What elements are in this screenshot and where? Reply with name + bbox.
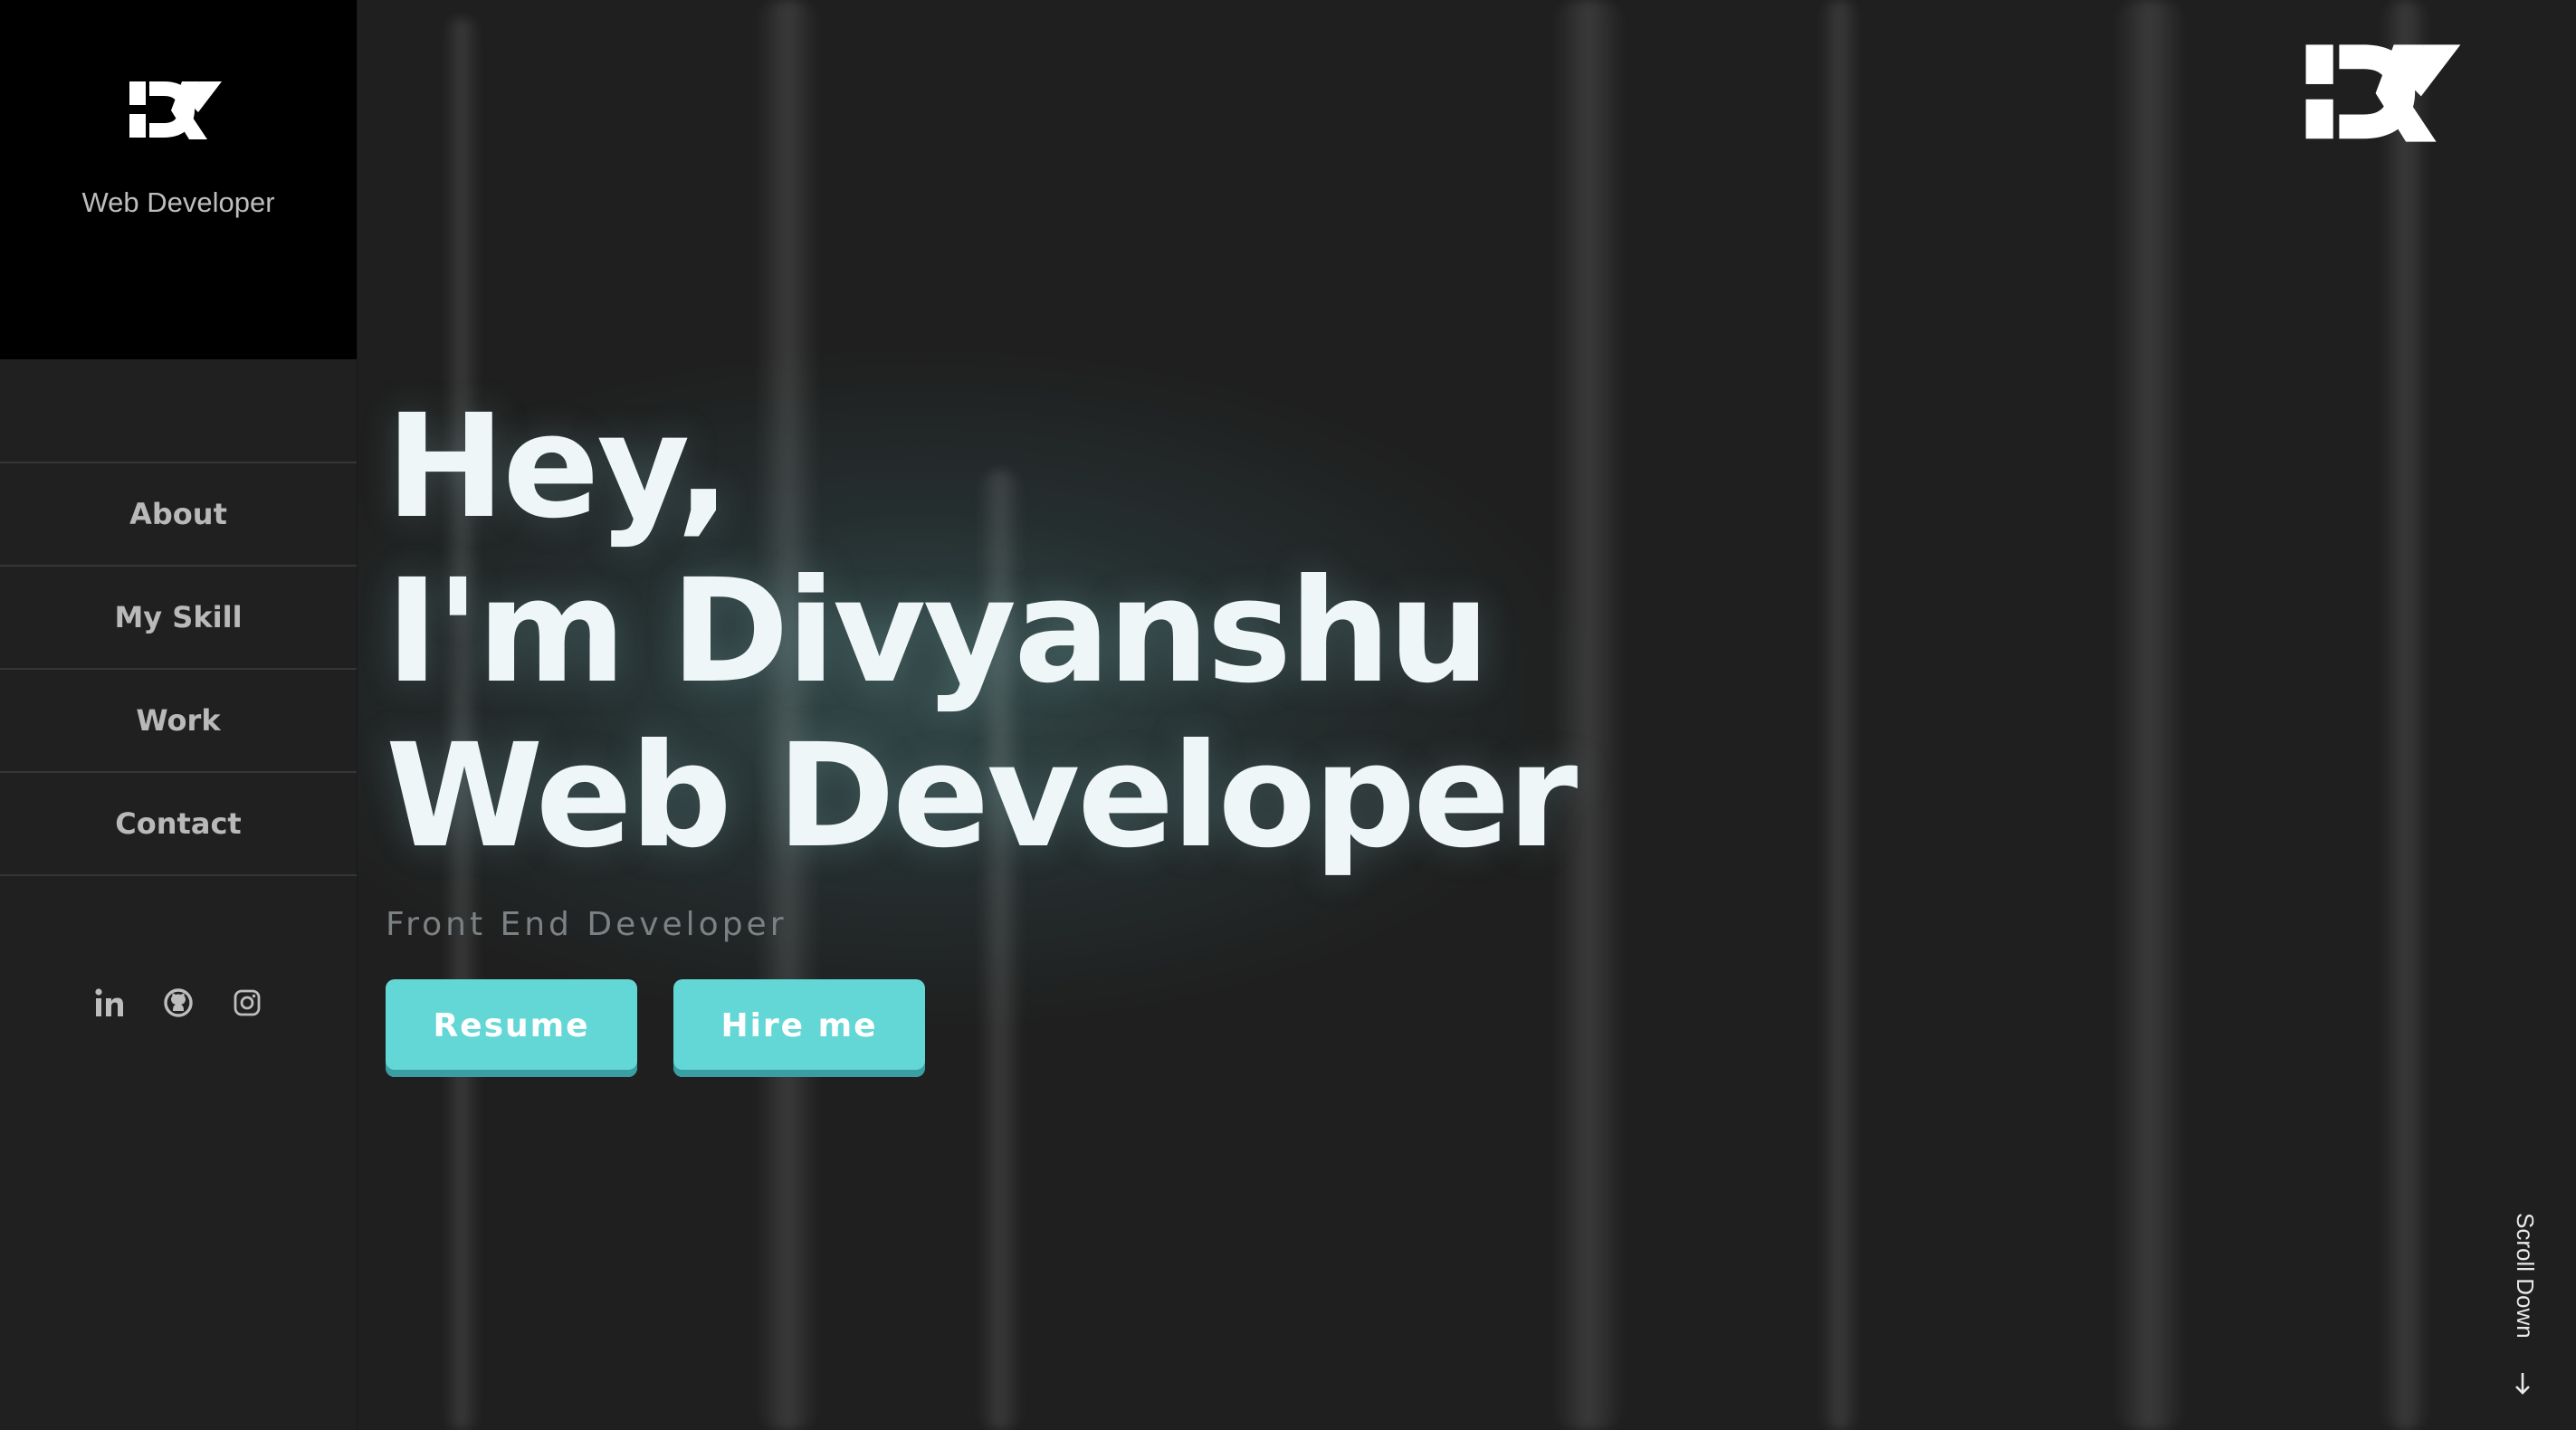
dk-logo-large[interactable]: [2299, 33, 2476, 154]
light-beam: [2113, 0, 2186, 1430]
github-icon[interactable]: [162, 987, 195, 1019]
resume-button[interactable]: Resume: [386, 979, 637, 1077]
portfolio-page: Web Developer About My Skill Work Contac…: [0, 0, 2576, 1430]
instagram-icon[interactable]: [231, 987, 263, 1019]
scroll-down-link[interactable]: Scroll Down: [2505, 1213, 2542, 1403]
linkedin-icon[interactable]: [93, 987, 126, 1019]
hero-name: I'm Divyanshu: [386, 548, 1490, 715]
hero-section: Hey, I'm Divyanshu Web Developer Front E…: [386, 384, 1578, 1077]
brand-subtitle: Web Developer: [81, 186, 275, 218]
sidebar-brand-panel: Web Developer: [0, 0, 357, 359]
hero-actions: Resume Hire me: [386, 979, 1575, 1077]
arrow-down-icon: [2515, 1373, 2530, 1395]
hero-subtitle: Front End Developer: [386, 906, 787, 943]
scroll-down-label: Scroll Down: [2512, 1213, 2539, 1339]
light-beam: [1819, 0, 1860, 1430]
main-nav: About My Skill Work Contact: [0, 462, 357, 876]
nav-item-contact[interactable]: Contact: [0, 773, 357, 876]
hero-role: Web Developer: [386, 713, 1578, 880]
nav-item-my-skill[interactable]: My Skill: [0, 567, 357, 670]
light-beam: [2380, 0, 2430, 1430]
sidebar: Web Developer About My Skill Work Contac…: [0, 0, 358, 1430]
hire-me-button[interactable]: Hire me: [673, 979, 925, 1077]
social-links: [0, 987, 357, 1019]
hero-greeting: Hey,: [386, 384, 730, 550]
dk-logo[interactable]: [128, 74, 229, 147]
nav-item-about[interactable]: About: [0, 463, 357, 567]
nav-item-work[interactable]: Work: [0, 670, 357, 773]
